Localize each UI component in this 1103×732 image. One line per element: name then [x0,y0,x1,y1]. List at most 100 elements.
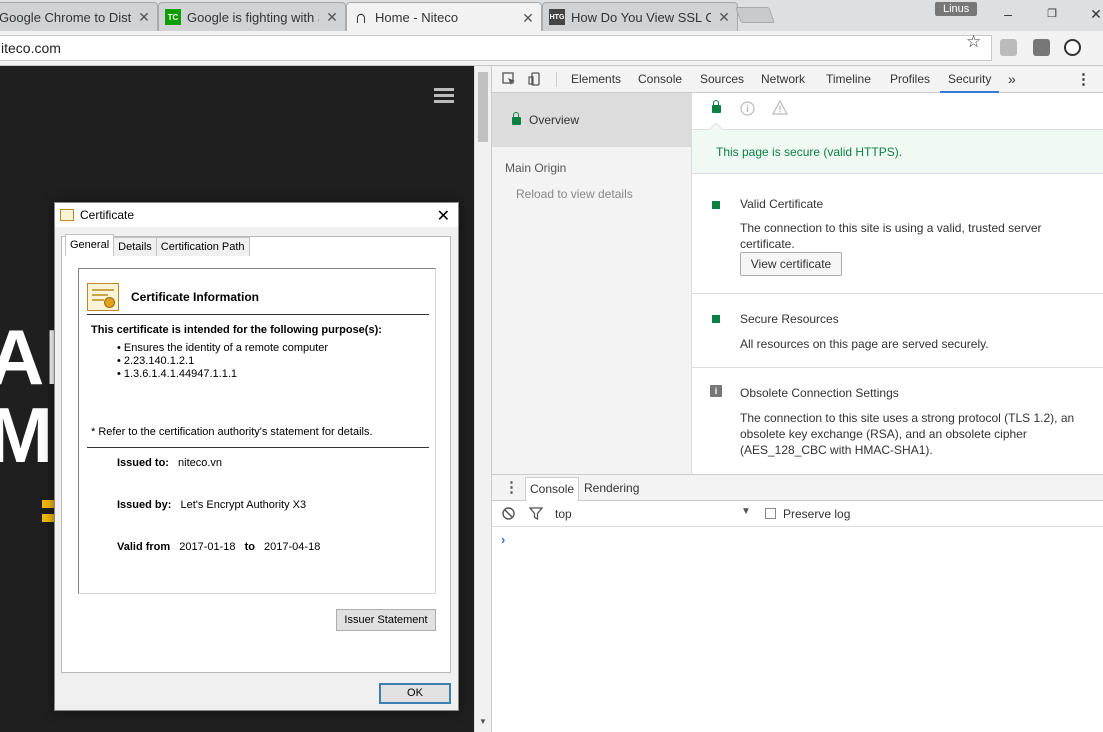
tab-title: Home - Niteco [375,10,459,25]
security-overview: This page is secure (valid HTTPS). Valid… [692,93,1103,474]
tab-network[interactable]: Network [761,66,805,93]
section-description: The connection to this site uses a stron… [740,411,1075,457]
secure-status-icon [712,315,720,323]
tab-details[interactable]: Details [113,237,157,256]
lock-icon [712,100,721,113]
tab-timeline[interactable]: Timeline [826,66,871,93]
sidebar-item-overview[interactable]: Overview [492,93,692,147]
console-prompt[interactable]: › [501,532,505,547]
security-summary-text: This page is secure (valid HTTPS). [716,145,903,159]
certificate-info-panel: Certificate Information This certificate… [78,268,436,594]
security-state-icons [692,93,1103,131]
tab-certification-path[interactable]: Certification Path [155,237,250,256]
security-section-certificate: Valid Certificate The connection to this… [692,174,1103,294]
chevron-down-icon[interactable]: ▼ [741,506,751,517]
devtools-panel: Elements Console Sources Network Timelin… [491,66,1103,732]
info-circle-icon [740,101,755,116]
scrollbar-thumb[interactable] [478,72,488,142]
issuer-statement-button[interactable]: Issuer Statement [336,609,436,631]
drawer-tabs: ⋮ Console Rendering [492,475,1103,501]
list-item: Ensures the identity of a remote compute… [117,342,328,355]
extension-icon[interactable] [1033,39,1050,56]
browser-tab[interactable]: Google Chrome to Distrust ✕ [0,2,158,31]
device-mode-icon[interactable] [528,72,542,86]
console-toolbar: top ▼ Preserve log [492,501,1103,527]
section-description: All resources on this page are served se… [740,337,989,351]
close-tab-icon[interactable]: ✕ [325,10,339,24]
issued-by-row: Issued by: Let's Encrypt Authority X3 [117,499,306,511]
tab-sources[interactable]: Sources [700,66,744,93]
tab-general[interactable]: General [65,234,115,256]
page-scrollbar[interactable]: ▼ [474,66,491,732]
view-certificate-button[interactable]: View certificate [740,252,842,276]
preserve-log-label: Preserve log [783,507,851,521]
drawer-menu-icon[interactable]: ⋮ [504,478,519,496]
devtools-menu-icon[interactable]: ⋮ [1076,66,1091,93]
purpose-list: Ensures the identity of a remote compute… [117,342,328,381]
valid-to-value: 2017-04-18 [264,541,321,553]
issued-to-value: niteco.vn [178,457,223,469]
new-tab-button[interactable] [735,7,775,23]
more-tabs-icon[interactable]: » [1008,66,1016,93]
info-status-icon: i [710,385,722,397]
menu-icon[interactable] [434,88,454,104]
browser-tab-active[interactable]: ∩ Home - Niteco ✕ [346,2,542,31]
list-item: 2.23.140.1.2.1 [117,355,328,368]
scroll-down-arrow[interactable]: ▼ [479,717,487,726]
main-origin-heading: Main Origin [505,161,567,175]
console-drawer: ⋮ Console Rendering top ▼ Preserve log › [492,474,1103,732]
issued-by-value: Let's Encrypt Authority X3 [180,499,307,511]
preserve-log-checkbox[interactable] [765,508,776,519]
filter-icon[interactable] [529,507,543,520]
reload-hint: Reload to view details [516,187,633,201]
tab-title: Google Chrome to Distrust [0,9,131,25]
close-icon[interactable]: ✕ [437,206,450,226]
browser-tab-strip: Google Chrome to Distrust ✕ TC Google is… [0,0,1103,31]
close-tab-icon[interactable]: ✕ [717,10,731,24]
clear-console-icon[interactable] [502,507,515,520]
tab-elements[interactable]: Elements [571,66,621,93]
security-section-resources: Secure Resources All resources on this p… [692,294,1103,368]
inspect-element-icon[interactable] [502,72,516,86]
htg-icon: HTG [549,9,565,25]
tab-profiles[interactable]: Profiles [890,66,930,93]
list-item: 1.3.6.1.4.1.44947.1.1.1 [117,368,328,381]
dialog-title: Certificate [80,208,135,222]
section-title: Valid Certificate [740,197,824,211]
info-icon[interactable] [1064,39,1081,56]
close-tab-icon[interactable]: ✕ [521,11,535,25]
restore-icon[interactable]: ❐ [1038,4,1066,24]
address-bar[interactable]: iteco.com [0,35,992,61]
close-tab-icon[interactable]: ✕ [137,10,151,24]
issued-by-label: Issued by: [117,499,172,511]
security-section-connection: i Obsolete Connection Settings The conne… [692,368,1103,474]
secure-status-icon [712,201,720,209]
browser-toolbar: iteco.com ☆ [0,31,1103,66]
certificate-icon [60,209,74,221]
validity-row: Valid from 2017-01-18 to 2017-04-18 [117,541,320,553]
browser-tab[interactable]: HTG How Do You View SSL Ce ✕ [542,2,738,31]
tab-console-drawer[interactable]: Console [525,477,580,501]
certificate-dialog: Certificate ✕ General Details Certificat… [54,202,459,711]
minimize-icon[interactable]: – [994,4,1022,24]
context-selector[interactable]: top [555,507,572,521]
extension-icon[interactable] [1000,39,1017,56]
warning-icon [772,100,788,115]
dialog-tabs: General Details Certification Path [65,234,250,256]
tab-console[interactable]: Console [638,66,682,93]
techcrunch-icon: TC [165,9,181,25]
certificate-badge-icon [87,282,119,311]
divider [87,447,429,448]
tab-rendering[interactable]: Rendering [580,477,643,501]
certificate-info-title: Certificate Information [131,289,260,304]
tab-security[interactable]: Security [940,66,1000,93]
profile-button[interactable]: Linus [935,2,978,16]
browser-tab[interactable]: TC Google is fighting with Syr ✕ [158,2,346,31]
close-window-icon[interactable]: ✕ [1082,4,1103,24]
valid-from-label: Valid from [117,541,171,553]
tab-title: How Do You View SSL Ce [571,9,711,25]
issued-to-label: Issued to: [117,457,169,469]
bookmark-star-icon[interactable]: ☆ [966,32,981,52]
purpose-heading: This certificate is intended for the fol… [91,324,382,336]
ok-button[interactable]: OK [379,683,451,704]
